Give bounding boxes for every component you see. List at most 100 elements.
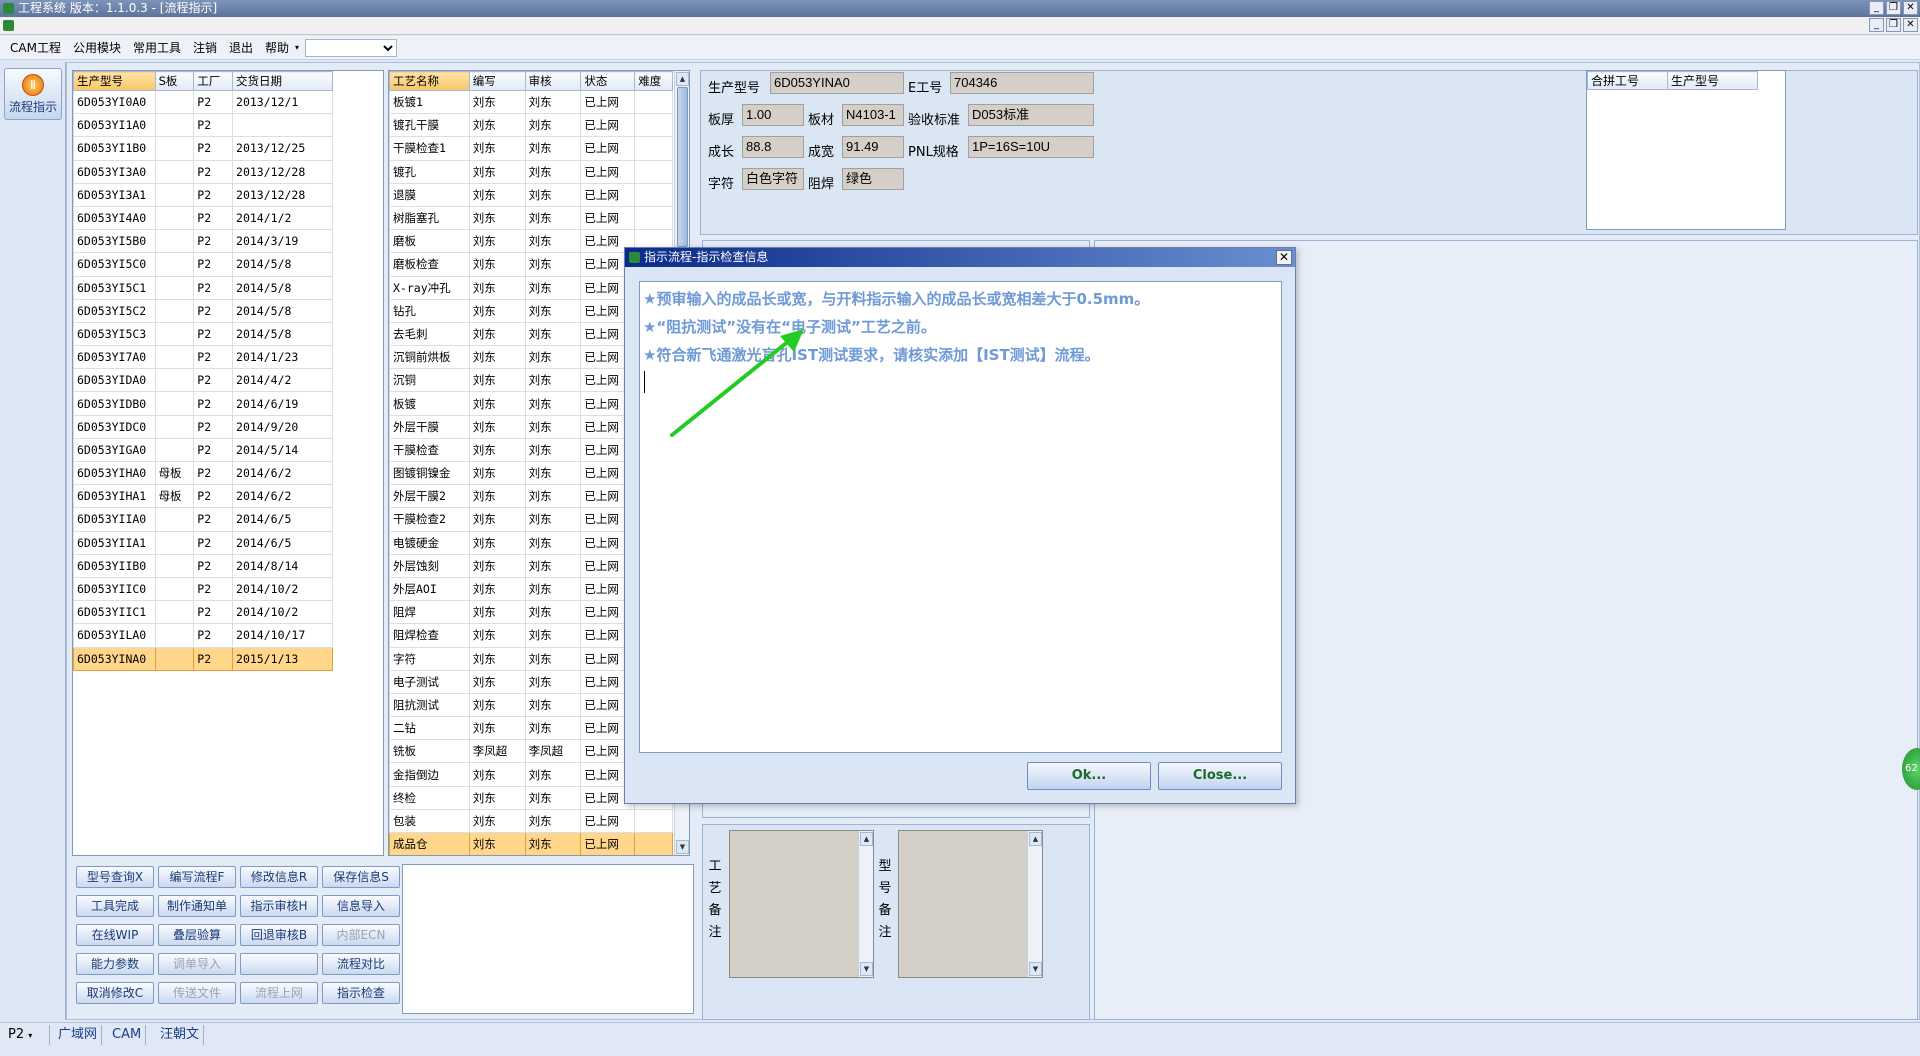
scroll-down-icon[interactable]: ▼: [1029, 962, 1042, 976]
table-row[interactable]: 退膜 刘东 刘东 已上网: [389, 182, 673, 207]
ok-button[interactable]: Ok...: [1027, 762, 1151, 790]
action-button[interactable]: 在线WIP: [76, 924, 154, 946]
process-col-header[interactable]: 工艺名称: [389, 71, 470, 91]
process-note-box[interactable]: ▲ ▼: [729, 830, 874, 978]
table-row[interactable]: 6D053YIDB0 P2 2014/6/19: [73, 391, 333, 416]
table-row[interactable]: 6D053YIDC0 P2 2014/9/20: [73, 414, 333, 439]
table-row[interactable]: 6D053YIGA0 P2 2014/5/14: [73, 437, 333, 463]
table-row[interactable]: 干膜检查1 刘东 刘东 已上网: [389, 136, 673, 161]
table-row[interactable]: 6D053YI3A1 P2 2013/12/28: [73, 182, 333, 207]
table-row[interactable]: 6D053YI0A0 P2 2013/12/1: [73, 89, 333, 115]
products-col-header[interactable]: 交货日期: [232, 71, 333, 91]
eno-field[interactable]: 704346: [950, 72, 1094, 94]
table-row[interactable]: 6D053YI1B0 P2 2013/12/25: [73, 136, 333, 161]
scroll-up-icon[interactable]: ▲: [860, 832, 873, 846]
pnl-field[interactable]: 1P=16S=10U: [968, 136, 1094, 158]
process-note-scrollbar[interactable]: ▲ ▼: [858, 831, 873, 977]
table-row[interactable]: 树脂塞孔 刘东 刘东 已上网: [389, 205, 673, 231]
products-col-header[interactable]: S板: [154, 71, 195, 91]
table-row[interactable]: 6D053YILA0 P2 2014/10/17: [73, 623, 333, 648]
table-row[interactable]: 6D053YI1A0 P2: [73, 113, 333, 138]
action-button[interactable]: 内部ECN: [322, 924, 400, 946]
merge-col-header[interactable]: 合拼工号: [1587, 71, 1668, 90]
action-button[interactable]: 流程对比: [322, 953, 400, 975]
child-restore-button[interactable]: ❐: [1886, 18, 1901, 32]
table-row[interactable]: 板镀1 刘东 刘东 已上网: [389, 89, 673, 115]
table-row[interactable]: 6D053YI4A0 P2 2014/1/2: [73, 205, 333, 231]
scroll-down-icon[interactable]: ▼: [676, 840, 689, 854]
thick-field[interactable]: 1.00: [742, 104, 804, 126]
model-note-scrollbar[interactable]: ▲ ▼: [1027, 831, 1042, 977]
scroll-thumb[interactable]: [677, 87, 688, 247]
menu-common-tools[interactable]: 常用工具: [127, 39, 187, 56]
process-col-header[interactable]: 难度: [634, 71, 673, 91]
action-button[interactable]: 能力参数: [76, 953, 154, 975]
scroll-up-icon[interactable]: ▲: [676, 72, 689, 86]
restore-button[interactable]: ❐: [1886, 1, 1901, 15]
minimize-button[interactable]: _: [1869, 1, 1884, 15]
action-button[interactable]: 流程上网: [240, 982, 318, 1004]
nav-process-button[interactable]: Ⅱ 流程指示: [4, 68, 62, 120]
dialog-close-icon[interactable]: ✕: [1276, 250, 1292, 265]
table-row[interactable]: 镀孔 刘东 刘东 已上网: [389, 159, 673, 184]
action-button[interactable]: 编写流程F: [158, 866, 236, 888]
child-minimize-button[interactable]: _: [1869, 18, 1884, 32]
table-row[interactable]: 6D053YIIA1 P2 2014/6/5: [73, 530, 333, 555]
std-field[interactable]: D053标准: [968, 104, 1094, 126]
table-row[interactable]: 成品仓 刘东 刘东 已上网: [389, 831, 673, 855]
table-row[interactable]: 6D053YIIA0 P2 2014/6/5: [73, 507, 333, 532]
table-row[interactable]: 6D053YIDA0 P2 2014/4/2: [73, 368, 333, 393]
action-button[interactable]: 叠层验算: [158, 924, 236, 946]
table-row[interactable]: 6D053YIIC1 P2 2014/10/2: [73, 600, 333, 625]
table-row[interactable]: 6D053YIIB0 P2 2014/8/14: [73, 553, 333, 578]
table-row[interactable]: 6D053YI5C3 P2 2014/5/8: [73, 321, 333, 347]
prod-field[interactable]: 6D053YINA0: [770, 72, 904, 94]
table-row[interactable]: 6D053YI5C2 P2 2014/5/8: [73, 298, 333, 323]
status-factory[interactable]: P2 ▾: [4, 1025, 50, 1045]
merge-col-header[interactable]: 生产型号: [1667, 71, 1758, 90]
menu-dropdown[interactable]: [305, 38, 398, 57]
table-row[interactable]: 6D053YI5B0 P2 2014/3/19: [73, 229, 333, 254]
menu-logout[interactable]: 注销: [187, 39, 223, 56]
action-button[interactable]: 指示审核H: [240, 895, 318, 917]
process-col-header[interactable]: 审核: [524, 71, 582, 91]
menu-cam[interactable]: CAM工程: [4, 39, 67, 56]
action-button[interactable]: 传送文件: [158, 982, 236, 1004]
close-dialog-button[interactable]: Close...: [1158, 762, 1282, 790]
action-button[interactable]: 回退审核B: [240, 924, 318, 946]
scroll-down-icon[interactable]: ▼: [860, 962, 873, 976]
table-row[interactable]: 6D053YIHA1 母板 P2 2014/6/2: [73, 484, 333, 509]
wid-field[interactable]: 91.49: [842, 136, 904, 158]
table-row[interactable]: 6D053YINA0 P2 2015/1/13: [73, 646, 333, 671]
action-button[interactable]: 型号查询X: [76, 866, 154, 888]
char-field[interactable]: 白色字符: [742, 168, 804, 190]
process-col-header[interactable]: 编写: [468, 71, 526, 91]
table-row[interactable]: 6D053YIHA0 母板 P2 2014/6/2: [73, 460, 333, 486]
menu-exit[interactable]: 退出: [223, 39, 259, 56]
action-button[interactable]: 取消修改C: [76, 982, 154, 1004]
action-button[interactable]: 保存信息S: [322, 866, 400, 888]
len-field[interactable]: 88.8: [742, 136, 804, 158]
model-note-box[interactable]: ▲ ▼: [898, 830, 1043, 978]
action-button[interactable]: 信息导入: [322, 895, 400, 917]
table-row[interactable]: 6D053YI5C0 P2 2014/5/8: [73, 252, 333, 277]
table-row[interactable]: 6D053YI5C1 P2 2014/5/8: [73, 275, 333, 300]
process-col-header[interactable]: 状态: [580, 71, 636, 91]
table-row[interactable]: 6D053YIIC0 P2 2014/10/2: [73, 576, 333, 602]
close-button[interactable]: ✕: [1903, 1, 1918, 15]
table-row[interactable]: 镀孔干膜 刘东 刘东 已上网: [389, 113, 673, 138]
table-row[interactable]: 6D053YI7A0 P2 2014/1/23: [73, 345, 333, 370]
action-button[interactable]: 制作通知单: [158, 895, 236, 917]
table-row[interactable]: 包装 刘东 刘东 已上网: [389, 808, 673, 834]
menu-help[interactable]: 帮助: [259, 39, 295, 56]
products-col-header[interactable]: 工厂: [193, 71, 234, 91]
scroll-up-icon[interactable]: ▲: [1029, 832, 1042, 846]
menu-common-modules[interactable]: 公用模块: [67, 39, 127, 56]
table-row[interactable]: 6D053YI3A0 P2 2013/12/28: [73, 159, 333, 184]
action-button[interactable]: 修改信息R: [240, 866, 318, 888]
action-button[interactable]: [240, 953, 318, 975]
child-close-button[interactable]: ✕: [1903, 18, 1918, 32]
action-button[interactable]: 指示检查: [322, 982, 400, 1004]
action-button[interactable]: 调单导入: [158, 953, 236, 975]
mask-field[interactable]: 绿色: [842, 168, 904, 190]
